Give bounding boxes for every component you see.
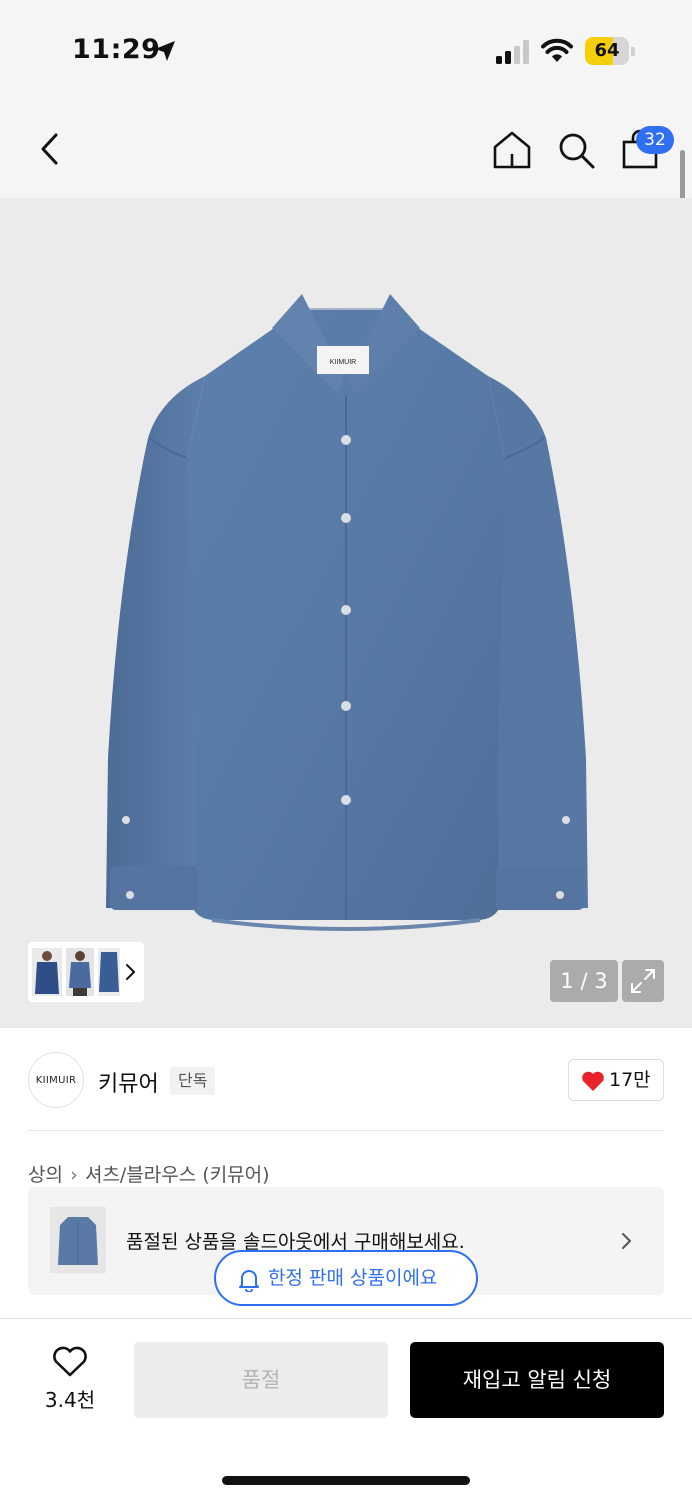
wifi-icon xyxy=(541,38,573,62)
brand-like-button[interactable]: 17만 xyxy=(568,1059,664,1101)
expand-icon[interactable] xyxy=(622,960,664,1002)
thumbnail-image[interactable] xyxy=(32,948,62,996)
restock-alert-button[interactable]: 재입고 알림 신청 xyxy=(410,1342,664,1418)
promo-product-thumbnail xyxy=(50,1207,106,1273)
brand-like-count: 17만 xyxy=(609,1069,651,1091)
chevron-left-icon[interactable] xyxy=(32,128,68,170)
gallery-thumbnail-strip[interactable] xyxy=(28,942,144,1002)
search-icon[interactable] xyxy=(554,128,598,172)
breadcrumb-separator-icon: › xyxy=(70,1164,78,1186)
bell-icon xyxy=(239,1270,259,1292)
battery-percent: 64 xyxy=(594,40,620,61)
breadcrumb-item[interactable]: 상의 xyxy=(28,1164,63,1186)
limited-edition-badge: 한정 판매 상품이에요 xyxy=(214,1250,478,1306)
chevron-right-icon[interactable] xyxy=(124,960,138,984)
cellular-signal-icon xyxy=(496,40,529,64)
brand-name[interactable]: 키뮤어 xyxy=(98,1066,159,1098)
soldout-button: 품절 xyxy=(134,1342,388,1418)
breadcrumb: 상의 › 셔츠/블라우스 (키뮤어) xyxy=(28,1160,270,1187)
home-icon[interactable] xyxy=(490,128,534,172)
location-arrow-icon xyxy=(155,41,175,61)
limited-edition-text: 한정 판매 상품이에요 xyxy=(268,1267,438,1289)
header: 11:29 64 32 xyxy=(0,0,692,198)
chevron-right-icon[interactable] xyxy=(620,1229,634,1253)
status-time: 11:29 xyxy=(72,34,161,65)
battery-body: 64 xyxy=(585,37,629,65)
exclusive-tag: 단독 xyxy=(170,1067,216,1095)
cart-count-badge: 32 xyxy=(636,126,674,154)
wishlist-button[interactable]: 3.4천 xyxy=(30,1342,110,1418)
bottom-bar-divider xyxy=(0,1318,692,1319)
heart-outline-icon xyxy=(53,1346,87,1377)
garment-label-text: KIIMUIR xyxy=(330,359,356,366)
image-counter: 1 / 3 xyxy=(550,960,618,1002)
breadcrumb-item[interactable]: 셔츠/블라우스 (키뮤어) xyxy=(85,1164,270,1186)
thumbnail-image[interactable] xyxy=(98,948,120,996)
product-image-denim-shirt[interactable]: KIIMUIR xyxy=(0,198,692,1028)
thumbnail-image[interactable] xyxy=(66,948,94,996)
heart-filled-icon xyxy=(582,1071,604,1091)
battery-tip xyxy=(631,47,635,56)
home-indicator[interactable] xyxy=(222,1476,470,1485)
product-image-gallery[interactable]: KIIMUIR 1 / 3 xyxy=(0,198,692,1028)
section-divider xyxy=(28,1130,664,1131)
battery-indicator: 64 xyxy=(585,37,635,65)
wishlist-count: 3.4천 xyxy=(44,1388,96,1412)
brand-logo[interactable]: KIIMUIR xyxy=(28,1052,84,1108)
